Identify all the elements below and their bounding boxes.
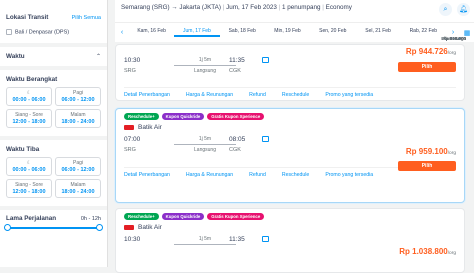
arr-time: 11:35 bbox=[229, 57, 245, 64]
tag-reschedule: Reschedule+ bbox=[124, 113, 159, 120]
transit-checkbox[interactable] bbox=[6, 29, 12, 35]
select-all-link[interactable]: Pilih Semua bbox=[72, 15, 101, 21]
card-link[interactable]: Promo yang tersedia bbox=[325, 92, 373, 98]
date-selector: ‹ Kam, 16 Feb Lihat Harga Jum, 17 Feb Rp 78… bbox=[115, 22, 474, 42]
luggage-icon bbox=[262, 57, 269, 63]
luggage-icon bbox=[262, 136, 269, 142]
card-link[interactable]: Reschedule bbox=[282, 92, 309, 98]
dep-slot-night[interactable]: Malam 18:00 - 24:00 bbox=[55, 109, 101, 129]
card-link[interactable]: Refund bbox=[249, 172, 266, 178]
card-link[interactable]: Refund bbox=[249, 92, 266, 98]
airline-logo bbox=[124, 225, 134, 230]
choose-button[interactable]: Pilih bbox=[398, 161, 456, 171]
transit-option[interactable]: Bali / Denpasar (DPS) bbox=[6, 29, 101, 35]
card-link[interactable]: Harga & Reunungan bbox=[186, 92, 233, 98]
dep-time: 07:00 bbox=[124, 136, 141, 143]
dep-time: 10:30 bbox=[124, 57, 141, 64]
arr-slot-morning[interactable]: Pagi 06:00 - 12:00 bbox=[55, 157, 101, 177]
duration-range: 0h - 12h bbox=[80, 215, 101, 222]
airline-logo bbox=[124, 125, 134, 130]
dep-slot-dawn[interactable]: ☾ 00:00 - 06:00 bbox=[6, 87, 52, 107]
date-option[interactable]: Jum, 17 Feb Rp 784.800 bbox=[174, 28, 466, 41]
tag-reschedule: Reschedule+ bbox=[124, 213, 159, 220]
flight-card-3[interactable]: Reschedule+ Kupon Quickride Gratis Kupon… bbox=[115, 208, 465, 273]
flight-price: Rp 959.100/org bbox=[405, 147, 456, 156]
flight-price: Rp 1.038.800/org bbox=[399, 247, 456, 256]
arr-code: CGK bbox=[229, 68, 241, 74]
date-option[interactable]: Sab, 18 Feb Rp 834.000 bbox=[220, 28, 466, 41]
tag-xperience: Gratis Kupon Xperience bbox=[207, 213, 265, 220]
moon-icon: ☾ bbox=[26, 90, 32, 97]
card-link[interactable]: Harga & Reunungan bbox=[186, 172, 233, 178]
arr-code: CGK bbox=[229, 147, 241, 153]
card-link[interactable]: Reschedule bbox=[282, 172, 309, 178]
chevron-up-icon[interactable]: ⌃ bbox=[96, 53, 101, 60]
date-option[interactable]: Kam, 16 Feb Lihat Harga bbox=[129, 28, 466, 41]
date-option[interactable]: Sen, 20 Feb Rp 643.000 bbox=[310, 28, 466, 41]
route-text: Semarang (SRG) → Jakarta (JKTA) bbox=[121, 4, 221, 11]
tiba-title: Waktu Tiba bbox=[6, 146, 40, 154]
dep-slot-morning[interactable]: Pagi 06:00 - 12:00 bbox=[55, 87, 101, 107]
flight-duration: 1j 5m Langsung bbox=[174, 57, 236, 74]
cabin-text: Economy bbox=[325, 4, 352, 11]
flight-price: Rp 944.726/org bbox=[405, 47, 456, 56]
berangkat-title: Waktu Berangkat bbox=[6, 76, 58, 84]
flight-duration: 1j 5m Langsung bbox=[174, 136, 236, 153]
card-link[interactable]: Detail Penerbangan bbox=[124, 172, 170, 178]
choose-button[interactable]: Pilih bbox=[398, 62, 456, 72]
date-option[interactable]: Min, 19 Feb Rp 605.000 bbox=[265, 28, 466, 41]
duration-title: Lama Perjalanan bbox=[6, 215, 57, 223]
slider-handle-left[interactable] bbox=[4, 224, 11, 232]
date-text: Jum, 17 Feb 2023 bbox=[226, 4, 277, 11]
search-icon[interactable]: ⌕ bbox=[439, 3, 452, 16]
arr-slot-dawn[interactable]: ☾ 00:00 - 06:00 bbox=[6, 157, 52, 177]
arr-time: 11:35 bbox=[229, 236, 245, 243]
date-option[interactable]: Rab, 22 Feb Rp 605.000 bbox=[401, 28, 466, 41]
search-summary: Semarang (SRG) → Jakarta (JKTA) | Jum, 1… bbox=[115, 0, 474, 22]
dep-code: SRG bbox=[124, 68, 136, 74]
passenger-text: 1 penumpang bbox=[282, 4, 321, 11]
dep-time: 10:30 bbox=[124, 236, 141, 243]
tag-xperience: Gratis Kupon Xperience bbox=[207, 113, 265, 120]
tag-quickride: Kupon Quickride bbox=[161, 213, 205, 220]
chevron-left-icon[interactable]: ‹ bbox=[115, 29, 129, 36]
duration-slider[interactable] bbox=[4, 224, 103, 232]
airline-name: Batik Air bbox=[138, 124, 162, 131]
filter-sidebar: Lokasi Transit Pilih Semua Bali / Denpas… bbox=[0, 0, 108, 267]
flight-duration: 1j 5m bbox=[174, 236, 236, 247]
arr-slot-afternoon[interactable]: Siang - Sore 12:00 - 18:00 bbox=[6, 179, 52, 199]
waktu-title: Waktu bbox=[6, 53, 25, 61]
transit-title: Lokasi Transit bbox=[6, 14, 49, 21]
dep-code: SRG bbox=[124, 147, 136, 153]
moon-icon: ☾ bbox=[26, 160, 32, 167]
card-link[interactable]: Promo yang tersedia bbox=[325, 172, 373, 178]
tag-quickride: Kupon Quickride bbox=[161, 113, 205, 120]
card-link[interactable]: Detail Penerbangan bbox=[124, 92, 170, 98]
arr-slot-night[interactable]: Malam 18:00 - 24:00 bbox=[55, 179, 101, 199]
flight-card-1[interactable]: 10:30 SRG 1j 5m Langsung 11:35 CGK Rp 94… bbox=[115, 44, 465, 101]
bell-icon[interactable]: 🔔︎ bbox=[457, 3, 470, 16]
slider-handle-right[interactable] bbox=[96, 224, 103, 232]
arr-time: 08:05 bbox=[229, 136, 246, 143]
airline-name: Batik Air bbox=[138, 224, 162, 231]
dep-slot-afternoon[interactable]: Siang - Sore 12:00 - 18:00 bbox=[6, 109, 52, 129]
flight-card-2[interactable]: Reschedule+ Kupon Quickride Gratis Kupon… bbox=[115, 108, 465, 203]
date-option[interactable]: Sel, 21 Feb Rp 604.000 bbox=[355, 28, 466, 41]
luggage-icon bbox=[262, 236, 269, 242]
